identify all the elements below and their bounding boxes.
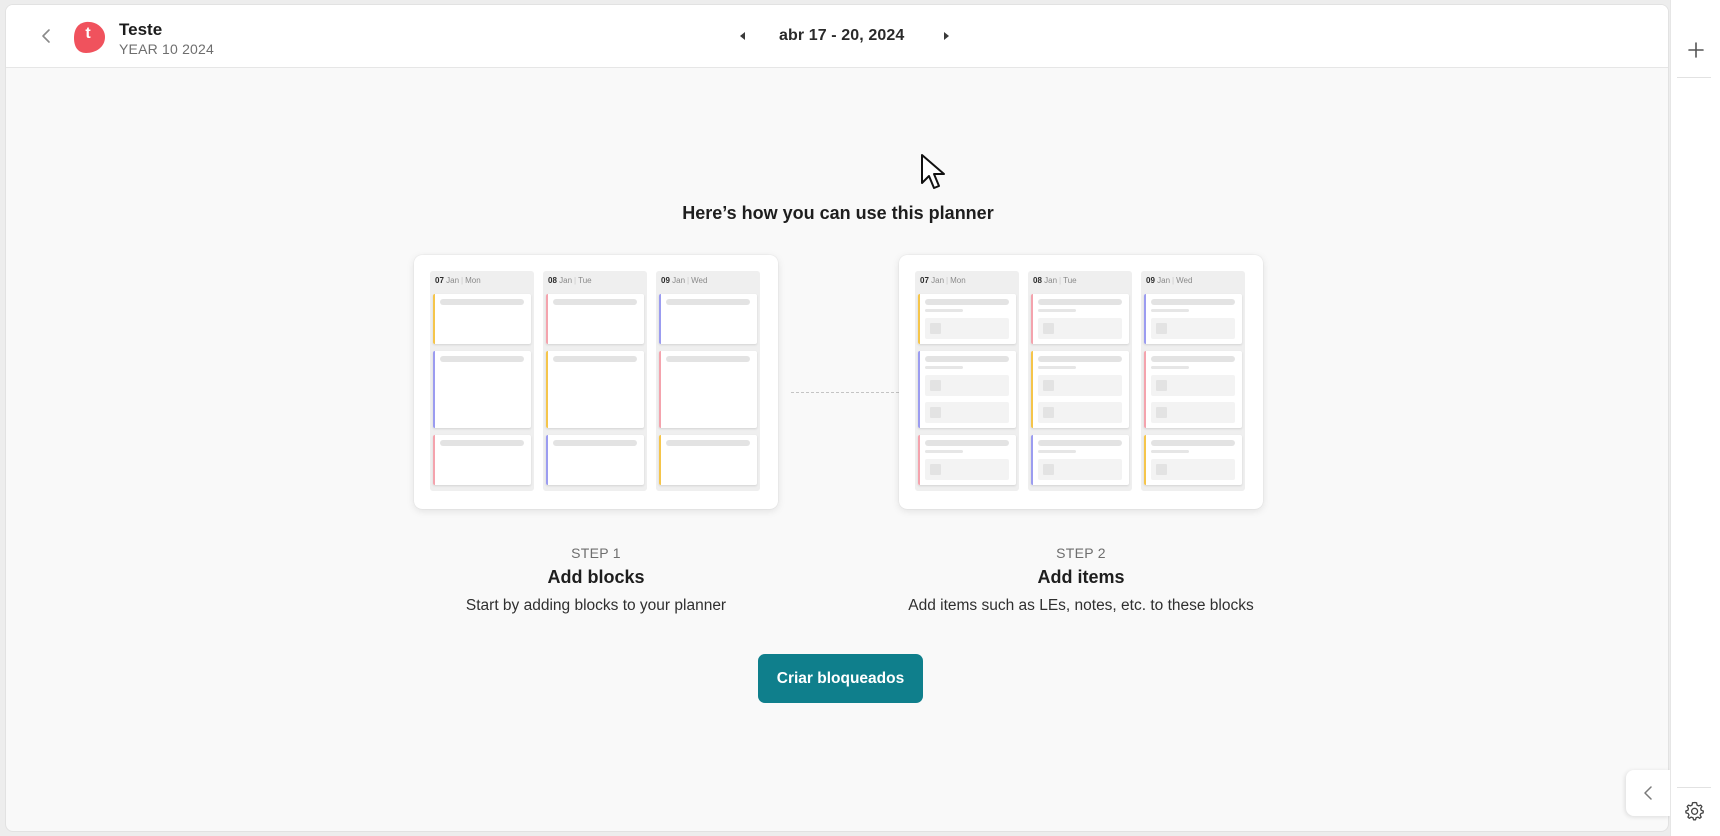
- plus-icon: [1688, 42, 1704, 58]
- preview-block: [433, 435, 531, 485]
- preview-block: [546, 351, 644, 428]
- preview-day-header: 08 Jan | Tue: [1033, 276, 1077, 285]
- create-blocks-button[interactable]: Criar bloqueados: [758, 654, 923, 703]
- collapse-panel-button[interactable]: [1626, 770, 1670, 816]
- preview-day-header: 08 Jan | Tue: [548, 276, 592, 285]
- preview-day-header: 07 Jan | Mon: [920, 276, 966, 285]
- date-navigator: abr 17 - 20, 2024: [731, 21, 958, 51]
- preview-block: [918, 351, 1016, 428]
- preview-block: [918, 435, 1016, 485]
- page-subtitle: YEAR 10 2024: [119, 41, 215, 57]
- preview-day-column: 07 Jan | Mon: [915, 271, 1019, 491]
- preview-block: [433, 294, 531, 344]
- step-label: STEP 2: [1056, 545, 1106, 561]
- preview-block: [1144, 294, 1242, 344]
- settings-button[interactable]: [1682, 798, 1708, 824]
- avatar-letter: t: [85, 25, 91, 42]
- preview-day-header: 09 Jan | Wed: [1146, 276, 1193, 285]
- rail-divider: [1677, 77, 1711, 78]
- preview-block: [659, 435, 757, 485]
- planner-window: t Teste YEAR 10 2024 abr 17 - 20, 2024 H…: [5, 4, 1669, 832]
- mouse-pointer-icon: [921, 154, 945, 189]
- date-range-label[interactable]: abr 17 - 20, 2024: [779, 27, 904, 45]
- preview-block: [1144, 435, 1242, 485]
- preview-block: [1031, 294, 1129, 344]
- step-title: Add blocks: [547, 567, 645, 587]
- preview-block: [1031, 435, 1129, 485]
- steps-connector: [791, 392, 899, 393]
- page-title: Teste: [119, 20, 163, 39]
- class-avatar: t: [72, 20, 108, 56]
- intro-title: Here’s how you can use this planner: [682, 203, 994, 223]
- preview-day-column: 07 Jan | Mon: [430, 271, 534, 491]
- right-rail: [1670, 0, 1720, 836]
- preview-block: [433, 351, 531, 428]
- step-2-illustration: 07 Jan | Mon 08 Jan | Tue 09 Jan | Wed: [899, 255, 1263, 509]
- back-button[interactable]: [36, 25, 56, 47]
- preview-day-column: 09 Jan | Wed: [656, 271, 760, 491]
- preview-block: [659, 351, 757, 428]
- preview-block: [918, 294, 1016, 344]
- step-1-text: STEP 1 Add blocks Start by adding blocks…: [356, 545, 836, 615]
- step-label: STEP 1: [571, 545, 621, 561]
- preview-block: [546, 294, 644, 344]
- step-title: Add items: [1037, 567, 1125, 587]
- preview-day-column: 09 Jan | Wed: [1141, 271, 1245, 491]
- step-1-illustration: 07 Jan | Mon 08 Jan | Tue 09 Jan | Wed: [414, 255, 778, 509]
- caret-left-icon: [740, 32, 745, 40]
- step-description: Start by adding blocks to your planner: [465, 597, 727, 614]
- next-week-button[interactable]: [934, 24, 958, 48]
- preview-day-header: 09 Jan | Wed: [661, 276, 708, 285]
- chevron-left-icon: [42, 29, 50, 43]
- previous-week-button[interactable]: [731, 24, 755, 48]
- preview-block: [1144, 351, 1242, 428]
- preview-day-header: 07 Jan | Mon: [435, 276, 481, 285]
- preview-day-column: 08 Jan | Tue: [1028, 271, 1132, 491]
- caret-right-icon: [944, 32, 950, 40]
- preview-block: [546, 435, 644, 485]
- rail-divider: [1677, 787, 1711, 788]
- gear-icon: [1685, 801, 1704, 821]
- step-description: Add items such as LEs, notes, etc. to th…: [908, 597, 1254, 614]
- preview-block: [659, 294, 757, 344]
- planner-header: t Teste YEAR 10 2024 abr 17 - 20, 2024: [6, 5, 1668, 68]
- preview-day-column: 08 Jan | Tue: [543, 271, 647, 491]
- add-button[interactable]: [1682, 36, 1710, 64]
- chevron-left-icon: [1644, 786, 1652, 800]
- step-2-text: STEP 2 Add items Add items such as LEs, …: [841, 545, 1321, 615]
- preview-block: [1031, 351, 1129, 428]
